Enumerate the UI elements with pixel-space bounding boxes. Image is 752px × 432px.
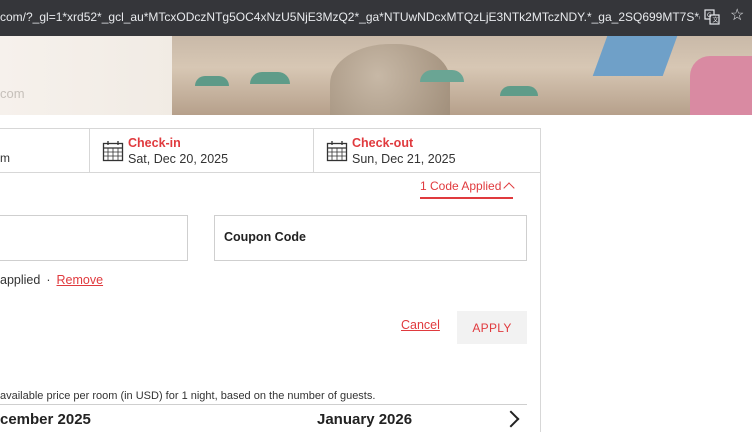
cancel-link[interactable]: Cancel [401,318,440,332]
browser-address-bar: com/?_gl=1*xrd52*_gcl_au*MTcxODczNTg5OC4… [0,0,752,36]
check-in-date: Sat, Dec 20, 2025 [128,152,229,166]
coupon-code-placeholder: Coupon Code [224,230,306,244]
calendar-icon [326,141,348,162]
section-divider [0,404,527,405]
check-in-cell[interactable]: Check-in Sat, Dec 20, 2025 [90,129,314,173]
chevron-up-icon [503,182,516,194]
promo-input-field[interactable] [0,215,188,261]
applied-status-text: applied [0,273,41,287]
translate-icon[interactable]: G 文 [704,9,720,25]
applied-code-row: applied · Remove [0,273,103,287]
price-note: available price per room (in USD) for 1 … [0,390,376,402]
hero-slide [592,36,678,76]
hero-umbrella [250,72,290,84]
address-url[interactable]: com/?_gl=1*xrd52*_gcl_au*MTcxODczNTg5OC4… [0,10,700,24]
calendar-month-left: cember 2025 [0,411,91,428]
check-out-cell[interactable]: Check-out Sun, Dec 21, 2025 [314,129,540,173]
check-in-label: Check-in [128,136,181,150]
check-out-label: Check-out [352,136,414,150]
apply-button[interactable]: APPLY [457,311,527,344]
hero-umbrella [195,76,229,86]
separator-dot: · [46,273,51,287]
site-domain-text: com [0,86,25,101]
hero-left-fade [0,36,175,115]
room-selector-cell[interactable]: m [0,129,90,173]
svg-text:G: G [707,12,712,19]
room-selector-value: m [0,151,10,165]
hero-banner: com [0,36,752,115]
svg-text:文: 文 [713,16,719,24]
bookmark-star-icon[interactable]: ☆ [730,6,744,26]
check-out-date: Sun, Dec 21, 2025 [352,152,456,166]
remove-code-link[interactable]: Remove [57,273,104,287]
hero-figure [690,56,752,115]
booking-panel: m Check-in Sat, Dec 20, 2025 Check-out S… [0,128,541,432]
calendar-icon [102,141,124,162]
coupon-code-field[interactable]: Coupon Code [214,215,527,261]
codes-applied-toggle[interactable]: 1 Code Applied [420,179,516,199]
calendar-month-right: January 2026 [317,411,413,428]
hero-umbrella [420,70,464,82]
hero-umbrella [500,86,538,96]
dates-row: m Check-in Sat, Dec 20, 2025 Check-out S… [0,128,540,173]
codes-applied-label: 1 Code Applied [420,179,502,193]
chevron-right-icon[interactable] [502,410,520,428]
